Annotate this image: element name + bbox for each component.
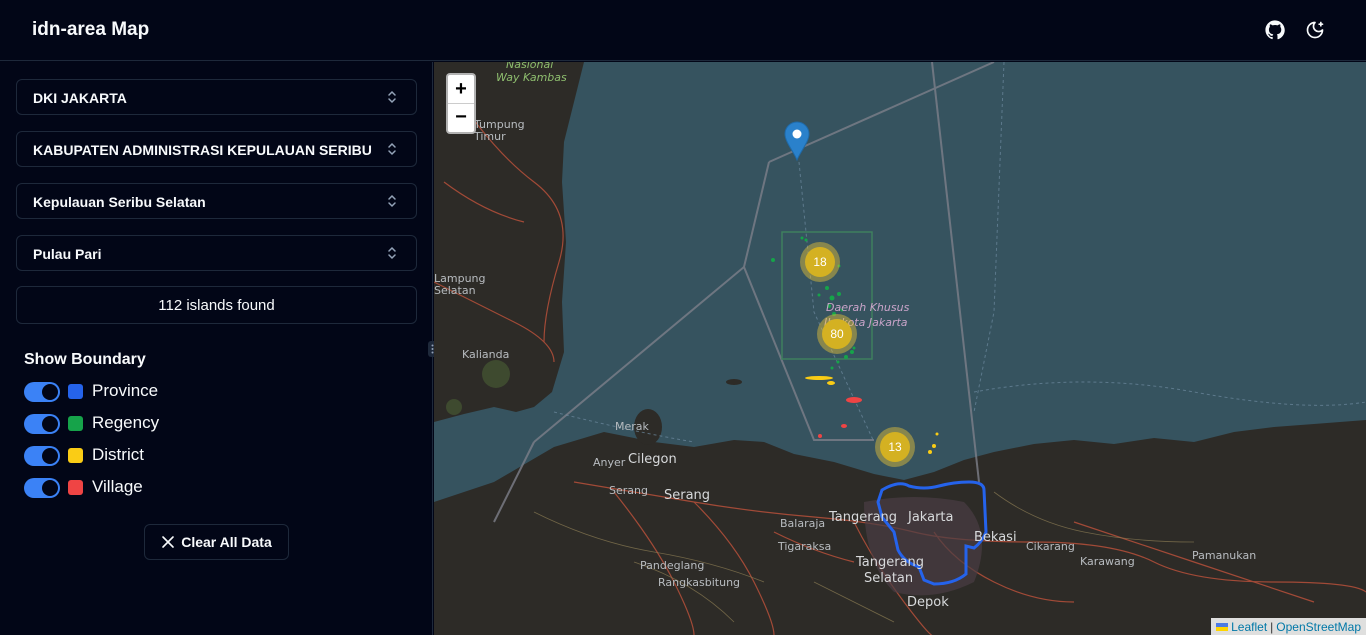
province-select-value: DKI JAKARTA	[33, 90, 127, 106]
map-view[interactable]: Nasional Way Kambas Tumpung Timur Lampun…	[434, 62, 1366, 635]
label-kalianda: Kalianda	[462, 348, 509, 361]
province-color-swatch	[68, 384, 83, 399]
toggle-knob	[42, 480, 58, 496]
regency-boundary-label: Regency	[92, 413, 160, 432]
marker-cluster-18[interactable]: 18	[800, 242, 840, 282]
marker-cluster-80[interactable]: 80	[817, 314, 857, 354]
island	[446, 399, 462, 415]
boundary-row-district: District	[24, 445, 224, 467]
zoom-in-button[interactable]: +	[448, 75, 474, 103]
boundary-section-title: Show Boundary	[24, 351, 146, 368]
ukraine-flag-icon	[1216, 622, 1229, 631]
sidebar: DKI JAKARTA KABUPATEN ADMINISTRASI KEPUL…	[0, 62, 433, 635]
province-boundary-toggle[interactable]	[24, 382, 60, 402]
district-islands	[805, 376, 939, 454]
label-nasional: Nasional	[506, 62, 553, 71]
district-color-swatch	[68, 448, 83, 463]
regency-boundary-toggle[interactable]	[24, 414, 60, 434]
label-daerah-khusus: Daerah Khusus	[826, 301, 910, 314]
regency-select[interactable]: KABUPATEN ADMINISTRASI KEPULAUAN SERIBU	[16, 131, 417, 167]
map-tiles: Nasional Way Kambas Tumpung Timur Lampun…	[434, 62, 1366, 635]
district-boundary-toggle[interactable]	[24, 446, 60, 466]
label-bekasi: Bekasi	[974, 530, 1017, 545]
regency-color-swatch	[68, 416, 83, 431]
label-cilegon: Cilegon	[628, 452, 677, 467]
toggle-knob	[42, 384, 58, 400]
label-serang-regency: Serang	[609, 484, 648, 497]
boundary-row-village: Village	[24, 477, 224, 499]
label-depok: Depok	[907, 595, 949, 610]
label-karawang: Karawang	[1080, 555, 1135, 568]
village-color-swatch	[68, 480, 83, 495]
toggle-knob	[42, 416, 58, 432]
toggle-knob	[42, 448, 58, 464]
label-anyer: Anyer	[593, 456, 626, 469]
boundary-row-province: Province	[24, 381, 224, 403]
village-boundary-label: Village	[92, 477, 143, 496]
village-boundary-toggle[interactable]	[24, 478, 60, 498]
leaflet-link[interactable]: Leaflet	[1231, 620, 1267, 634]
zoom-out-button[interactable]: −	[448, 103, 474, 131]
label-tigaraksa: Tigaraksa	[777, 540, 831, 553]
close-icon	[162, 536, 175, 548]
province-select[interactable]: DKI JAKARTA	[16, 79, 417, 115]
maritime-boundary	[553, 62, 1366, 443]
label-balaraja: Balaraja	[780, 517, 825, 530]
label-jakarta: Jakarta	[907, 510, 953, 525]
moon-star-icon[interactable]	[1303, 18, 1327, 42]
islands-count: 112 islands found	[16, 286, 417, 324]
island	[482, 360, 510, 388]
clear-all-data-label: Clear All Data	[181, 534, 272, 550]
github-icon[interactable]	[1263, 18, 1287, 42]
label-tangerang: Tangerang	[828, 510, 897, 525]
openstreetmap-link[interactable]: OpenStreetMap	[1276, 620, 1361, 634]
zoom-control: + −	[446, 73, 476, 134]
province-boundary-label: Province	[92, 381, 159, 400]
village-select[interactable]: Pulau Pari	[16, 235, 417, 271]
village-islands	[818, 397, 862, 438]
chevrons-up-down-icon	[388, 194, 396, 208]
label-timur: Timur	[473, 130, 506, 143]
clear-all-data-button[interactable]: Clear All Data	[144, 524, 289, 560]
app-title: idn-area Map	[32, 19, 150, 40]
label-merak: Merak	[615, 420, 650, 433]
island	[726, 379, 742, 385]
chevrons-up-down-icon	[388, 246, 396, 260]
chevrons-up-down-icon	[388, 142, 396, 156]
district-select-value: Kepulauan Seribu Selatan	[33, 194, 206, 210]
map-attribution: Leaflet | OpenStreetMap	[1211, 618, 1366, 635]
label-pandeglang: Pandeglang	[640, 559, 704, 572]
label-cikarang: Cikarang	[1026, 540, 1075, 553]
label-tangerang-selatan-1: Tangerang	[855, 555, 924, 570]
label-rangkasbitung: Rangkasbitung	[658, 576, 740, 589]
district-boundary-label: District	[92, 445, 144, 464]
app-header: idn-area Map	[0, 0, 1366, 61]
cluster-count: 80	[822, 319, 852, 349]
chevrons-up-down-icon	[388, 90, 396, 104]
label-serang: Serang	[664, 488, 710, 503]
label-selatan-lampung: Selatan	[434, 284, 476, 297]
village-select-value: Pulau Pari	[33, 246, 102, 262]
district-select[interactable]: Kepulauan Seribu Selatan	[16, 183, 417, 219]
cluster-count: 13	[880, 432, 910, 462]
label-way-kambas: Way Kambas	[496, 71, 567, 84]
cluster-count: 18	[805, 247, 835, 277]
boundary-row-regency: Regency	[24, 413, 224, 435]
attribution-separator: |	[1270, 619, 1274, 634]
marker-cluster-13[interactable]: 13	[875, 427, 915, 467]
regency-select-value: KABUPATEN ADMINISTRASI KEPULAUAN SERIBU	[33, 142, 372, 158]
label-pamanukan: Pamanukan	[1192, 549, 1256, 562]
label-tangerang-selatan-2: Selatan	[864, 571, 913, 586]
